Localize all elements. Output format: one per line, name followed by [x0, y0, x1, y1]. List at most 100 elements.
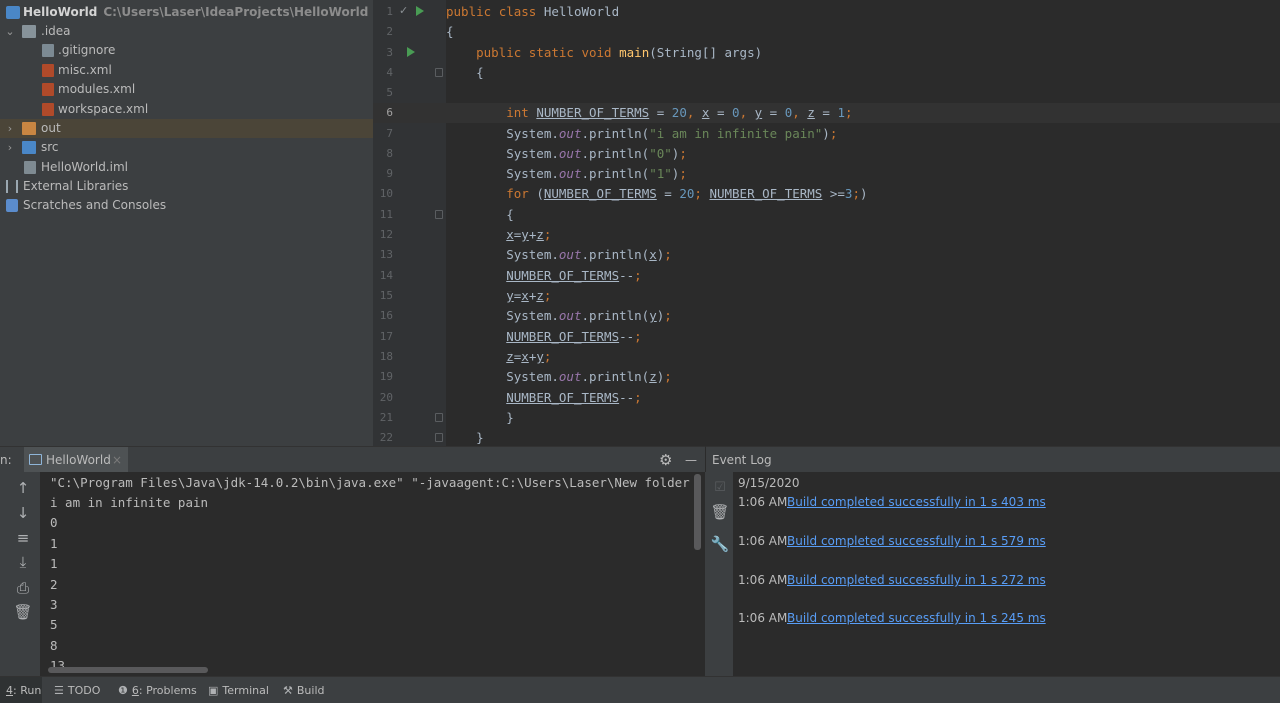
code-line[interactable]: public class HelloWorld [446, 2, 619, 22]
tree-item-project-root[interactable]: HelloWorld C:\Users\Laser\IdeaProjects\He… [0, 3, 373, 22]
run-tab-label: HelloWorld [46, 453, 111, 467]
code-line[interactable]: System.out.println(y); [446, 306, 672, 326]
trash-icon[interactable]: 🗑 [710, 502, 730, 522]
code-line[interactable]: } [446, 408, 514, 428]
code-line[interactable]: public static void main(String[] args) [446, 43, 762, 63]
terminal-tool-button[interactable]: ▣ Terminal [208, 677, 269, 703]
chevron-down-icon[interactable]: ⌄ [5, 22, 15, 41]
scratches-icon [6, 199, 18, 212]
tree-item-idea[interactable]: ⌄ .idea [0, 22, 373, 41]
fold-marker-icon[interactable] [435, 68, 443, 77]
code-line[interactable]: y=x+z; [446, 286, 551, 306]
scroll-to-end-icon[interactable]: ⤓ [13, 552, 33, 572]
tree-item-helloworld-iml[interactable]: HelloWorld.iml [0, 158, 373, 177]
code-line[interactable]: int NUMBER_OF_TERMS = 20, x = 0, y = 0, … [446, 103, 852, 123]
console-line: 5 [50, 617, 58, 632]
tree-item-modules-xml[interactable]: modules.xml [0, 80, 373, 99]
code-line[interactable]: NUMBER_OF_TERMS--; [446, 327, 641, 347]
console-line: "C:\Program Files\Java\jdk-14.0.2\bin\ja… [50, 475, 690, 490]
run-main-icon[interactable] [407, 47, 415, 57]
gitignore-file-icon [42, 44, 54, 57]
tree-item-gitignore[interactable]: .gitignore [0, 41, 373, 60]
tree-item-label: misc.xml [58, 63, 112, 77]
terminal-icon: ▣ [208, 684, 219, 697]
event-time: 1:06 AM [738, 534, 788, 548]
code-line[interactable]: { [446, 205, 514, 225]
xml-file-icon [42, 103, 54, 116]
tree-item-misc-xml[interactable]: misc.xml [0, 61, 373, 80]
console-line: 2 [50, 577, 58, 592]
xml-file-icon [42, 83, 54, 96]
line-number: 4 [386, 66, 393, 79]
tree-item-workspace-xml[interactable]: workspace.xml [0, 100, 373, 119]
build-tool-button[interactable]: ⚒ Build [283, 677, 325, 703]
tree-item-scratches[interactable]: Scratches and Consoles [0, 196, 373, 215]
wrench-icon[interactable]: 🔧 [710, 534, 730, 554]
line-number: 7 [386, 127, 393, 140]
tree-item-label: .gitignore [58, 43, 116, 57]
chevron-right-icon[interactable]: › [5, 138, 15, 157]
soft-wrap-icon[interactable]: ≡ [13, 528, 33, 548]
console-vertical-scrollbar[interactable] [694, 474, 701, 550]
event-link[interactable]: Build completed successfully in 1 s 272 … [787, 573, 1046, 587]
code-line[interactable]: { [446, 63, 484, 83]
run-toolbar: ↑ ↓ ≡ ⤓ ⎙ 🗑 [0, 472, 40, 676]
tree-item-label: modules.xml [58, 82, 136, 96]
run-panel-label: n: [0, 453, 12, 467]
tree-item-out[interactable]: › out [0, 119, 373, 138]
line-number: 18 [379, 350, 393, 363]
line-number: 16 [379, 309, 393, 322]
console-line: 1 [50, 536, 58, 551]
minimize-icon[interactable]: — [685, 447, 697, 473]
close-icon[interactable]: × [112, 447, 122, 473]
event-link[interactable]: Build completed successfully in 1 s 579 … [787, 534, 1046, 548]
tree-item-src[interactable]: › src [0, 138, 373, 157]
line-number: 8 [386, 147, 393, 160]
code-line[interactable]: System.out.println("0"); [446, 144, 687, 164]
tool-window-bar: 4: Run ☰ TODO ❶ 6: Problems ▣ Terminal ⚒ Bui… [0, 676, 1280, 703]
tree-item-external-libraries[interactable]: External Libraries [0, 177, 373, 196]
line-number: 11 [379, 208, 393, 221]
fold-marker-icon[interactable] [435, 433, 443, 442]
code-line[interactable]: NUMBER_OF_TERMS--; [446, 266, 641, 286]
fold-marker-icon[interactable] [435, 413, 443, 422]
line-number: 19 [379, 370, 393, 383]
run-tab-helloworld[interactable]: HelloWorld × [24, 447, 128, 473]
console-line: 8 [50, 638, 58, 653]
mark-read-icon[interactable]: ☑ [710, 478, 730, 498]
event-time: 1:06 AM [738, 611, 788, 625]
code-line[interactable]: System.out.println("1"); [446, 164, 687, 184]
run-class-icon[interactable] [416, 6, 424, 16]
code-line[interactable]: x=y+z; [446, 225, 551, 245]
code-line[interactable]: System.out.println(z); [446, 367, 672, 387]
code-line[interactable]: System.out.println(x); [446, 245, 672, 265]
code-line[interactable]: z=x+y; [446, 347, 551, 367]
todo-tool-button[interactable]: ☰ TODO [54, 677, 100, 703]
code-line[interactable]: System.out.println("i am in infinite pai… [446, 124, 837, 144]
line-number: 9 [386, 167, 393, 180]
chevron-right-icon[interactable]: › [5, 119, 15, 138]
problems-tool-label: : Problems [138, 684, 197, 697]
inspection-ok-icon[interactable]: ✓ [399, 4, 408, 17]
console-line: i am in infinite pain [50, 495, 209, 510]
problems-tool-button[interactable]: ❶ 6: Problems [118, 677, 197, 703]
event-link[interactable]: Build completed successfully in 1 s 245 … [787, 611, 1046, 625]
fold-marker-icon[interactable] [435, 210, 443, 219]
tree-item-label: workspace.xml [58, 102, 149, 116]
code-line[interactable]: } [446, 428, 484, 448]
code-line[interactable]: NUMBER_OF_TERMS--; [446, 388, 641, 408]
up-arrow-icon[interactable]: ↑ [13, 478, 33, 498]
event-link[interactable]: Build completed successfully in 1 s 403 … [787, 495, 1046, 509]
code-line[interactable]: for (NUMBER_OF_TERMS = 20; NUMBER_OF_TER… [446, 184, 867, 204]
down-arrow-icon[interactable]: ↓ [13, 503, 33, 523]
console-horizontal-scrollbar[interactable] [48, 667, 208, 673]
gear-icon[interactable]: ⚙ [659, 447, 672, 473]
code-line[interactable]: { [446, 22, 454, 42]
build-tool-label: Build [296, 684, 325, 697]
terminal-tool-label: Terminal [222, 684, 269, 697]
project-path: C:\Users\Laser\IdeaProjects\HelloWorld [103, 5, 369, 19]
trash-icon[interactable]: 🗑 [13, 602, 33, 622]
print-icon[interactable]: ⎙ [13, 578, 33, 598]
event-date: 9/15/2020 [738, 476, 800, 490]
run-tool-button[interactable]: 4: Run [0, 677, 42, 703]
